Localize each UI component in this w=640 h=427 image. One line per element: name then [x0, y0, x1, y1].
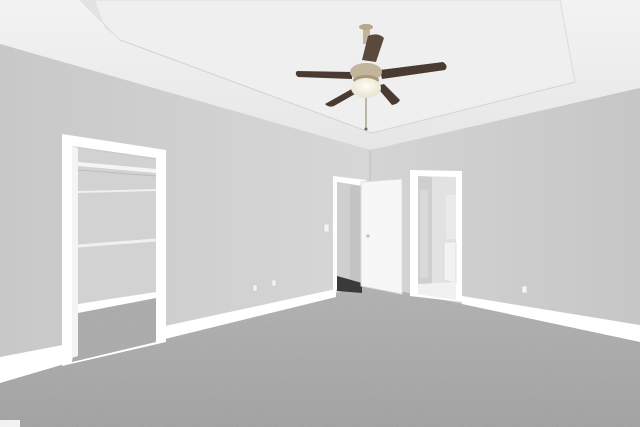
light-switch-icon	[323, 223, 330, 233]
hall-doorway	[333, 176, 403, 295]
outlet-icon	[252, 284, 258, 292]
outlet-icon	[271, 279, 277, 287]
bedroom-photo	[0, 0, 640, 427]
door-knob	[366, 234, 370, 238]
watermark-mark	[0, 420, 20, 427]
bathroom-doorway	[410, 170, 462, 302]
closet-doorway	[62, 134, 166, 366]
outlet-icon	[521, 285, 528, 294]
